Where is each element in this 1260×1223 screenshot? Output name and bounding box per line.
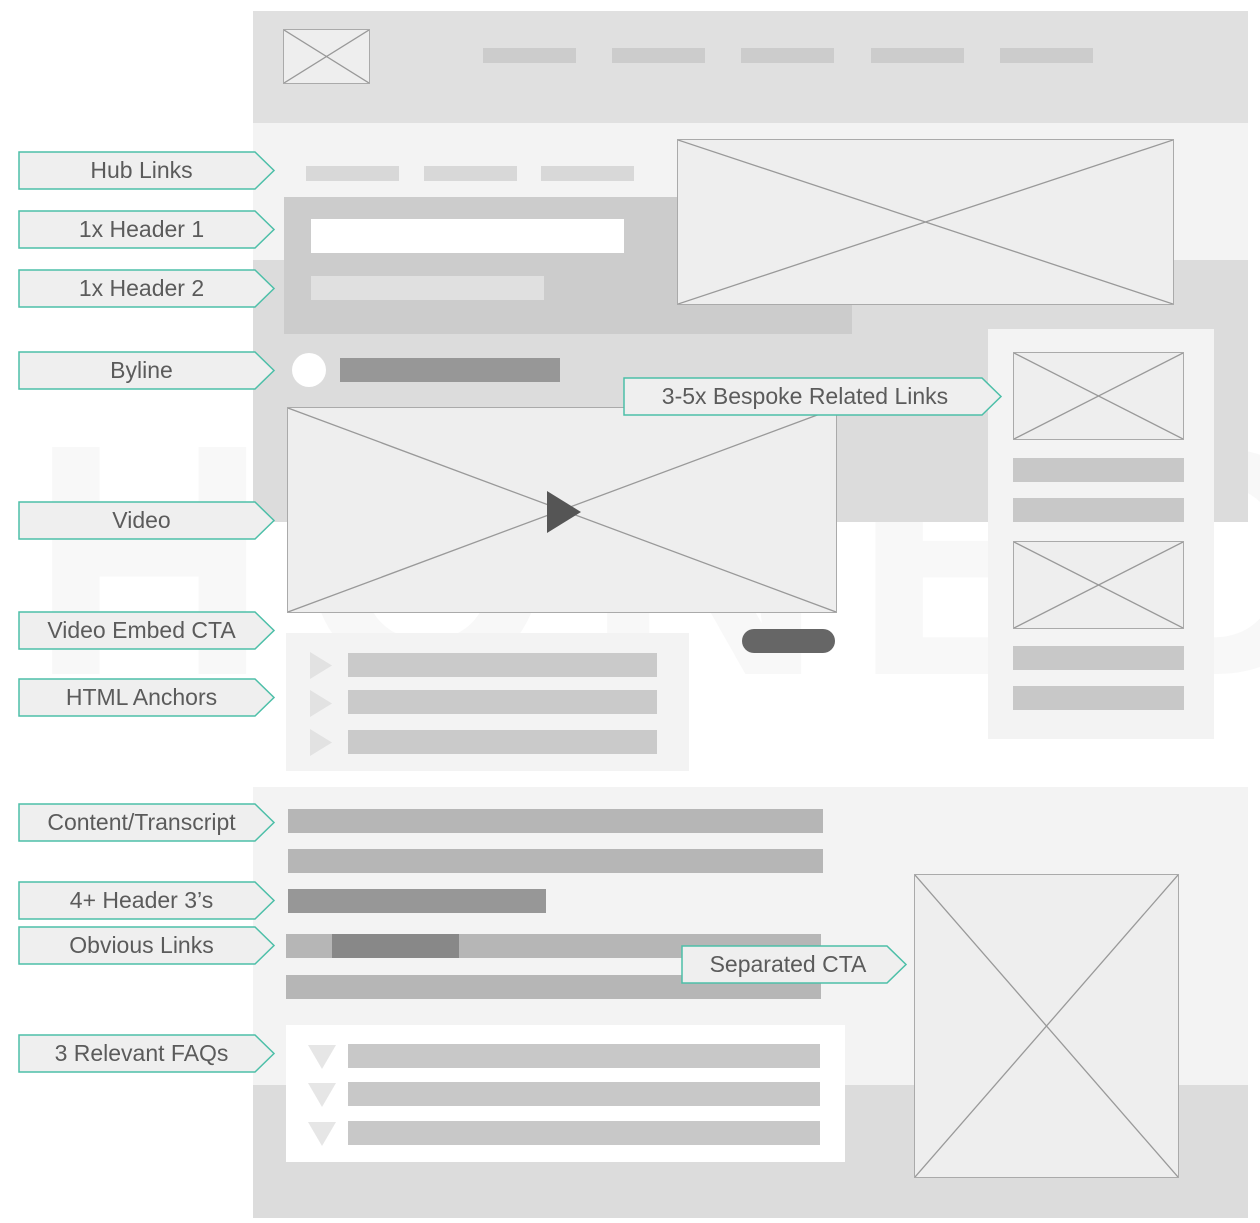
nav-item[interactable] xyxy=(871,48,964,63)
related-link-title[interactable] xyxy=(1013,498,1184,522)
annotation-text: 1x Header 1 xyxy=(78,216,205,242)
annotation-video: Video xyxy=(18,501,276,540)
annotation-byline: Byline xyxy=(18,351,276,390)
header-3-placeholder xyxy=(288,889,546,913)
nav-item[interactable] xyxy=(1000,48,1093,63)
annotation-header-2: 1x Header 2 xyxy=(18,269,276,308)
annotation-text: HTML Anchors xyxy=(65,684,218,710)
annotation-text: Obvious Links xyxy=(69,932,214,958)
annotation-text: 3-5x Bespoke Related Links xyxy=(661,383,949,409)
anchor-link[interactable] xyxy=(348,653,657,677)
anchor-arrow-icon xyxy=(310,729,332,756)
hero-image-placeholder xyxy=(677,139,1174,305)
anchor-link[interactable] xyxy=(348,690,657,714)
faq-question[interactable] xyxy=(348,1044,820,1068)
author-name-placeholder[interactable] xyxy=(340,358,560,382)
image-placeholder-icon xyxy=(1014,542,1183,628)
annotation-content-transcript: Content/Transcript xyxy=(18,803,276,842)
related-link-thumbnail[interactable] xyxy=(1013,541,1184,629)
annotation-text: Byline xyxy=(110,357,173,383)
annotation-related-links: 3-5x Bespoke Related Links xyxy=(623,377,1003,416)
content-line xyxy=(288,849,823,873)
related-link-title[interactable] xyxy=(1013,646,1184,670)
anchor-arrow-icon xyxy=(310,652,332,679)
anchor-link[interactable] xyxy=(348,730,657,754)
nav-item[interactable] xyxy=(741,48,834,63)
faq-chevron-down-icon[interactable] xyxy=(308,1122,336,1146)
content-line xyxy=(288,809,823,833)
faq-chevron-down-icon[interactable] xyxy=(308,1083,336,1107)
nav-item[interactable] xyxy=(483,48,576,63)
annotation-text: 4+ Header 3’s xyxy=(69,887,214,913)
header-1-placeholder xyxy=(311,219,624,253)
image-placeholder-icon xyxy=(678,140,1173,304)
annotation-text: Video Embed CTA xyxy=(47,617,236,643)
faq-question[interactable] xyxy=(348,1121,820,1145)
author-avatar[interactable] xyxy=(292,353,326,387)
play-icon[interactable] xyxy=(547,491,583,533)
hub-link[interactable] xyxy=(424,166,517,181)
annotation-separated-cta: Separated CTA xyxy=(681,945,908,984)
annotation-hub-links: Hub Links xyxy=(18,151,276,190)
annotation-text: Hub Links xyxy=(90,157,193,183)
annotation-text: 1x Header 2 xyxy=(78,275,205,301)
related-link-title[interactable] xyxy=(1013,686,1184,710)
separated-cta-placeholder[interactable] xyxy=(914,874,1179,1178)
annotation-header-3s: 4+ Header 3’s xyxy=(18,881,276,920)
hub-link[interactable] xyxy=(541,166,634,181)
header-2-placeholder xyxy=(311,276,544,300)
related-link-title[interactable] xyxy=(1013,458,1184,482)
inline-link[interactable] xyxy=(332,934,459,958)
annotation-obvious-links: Obvious Links xyxy=(18,926,276,965)
faq-chevron-down-icon[interactable] xyxy=(308,1045,336,1069)
nav-item[interactable] xyxy=(612,48,705,63)
annotation-text: 3 Relevant FAQs xyxy=(54,1040,229,1066)
anchor-arrow-icon xyxy=(310,690,332,717)
annotation-text: Content/Transcript xyxy=(47,809,236,835)
annotation-header-1: 1x Header 1 xyxy=(18,210,276,249)
faq-question[interactable] xyxy=(348,1082,820,1106)
video-embed-cta-button[interactable] xyxy=(742,629,835,653)
image-placeholder-icon xyxy=(1014,353,1183,439)
hub-link[interactable] xyxy=(306,166,399,181)
annotation-html-anchors: HTML Anchors xyxy=(18,678,276,717)
related-link-thumbnail[interactable] xyxy=(1013,352,1184,440)
annotation-text: Separated CTA xyxy=(709,951,867,977)
annotation-video-embed-cta: Video Embed CTA xyxy=(18,611,276,650)
annotation-relevant-faqs: 3 Relevant FAQs xyxy=(18,1034,276,1073)
image-placeholder-icon xyxy=(284,30,369,83)
image-placeholder-icon xyxy=(915,875,1178,1177)
logo-placeholder[interactable] xyxy=(283,29,370,84)
annotation-text: Video xyxy=(112,507,171,533)
site-header-band xyxy=(253,11,1248,123)
